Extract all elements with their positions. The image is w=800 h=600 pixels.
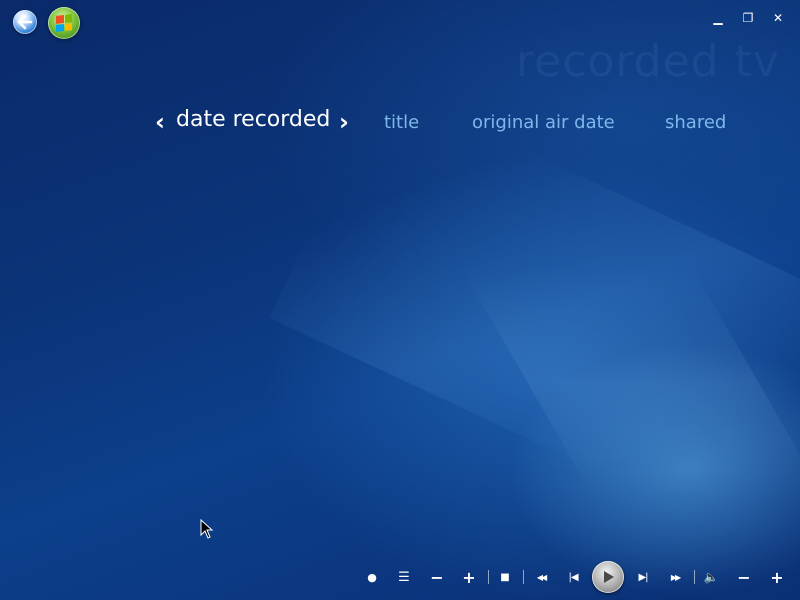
channel-up-icon: + (462, 567, 476, 587)
start-button[interactable] (48, 7, 80, 39)
play-icon (604, 571, 614, 583)
restore-button[interactable]: ❐ (740, 10, 756, 26)
stop-icon: ■ (500, 571, 510, 583)
volume-down-button[interactable]: − (736, 560, 752, 594)
record-button[interactable]: ● (364, 560, 380, 594)
mute-button[interactable]: 🔈 (702, 560, 720, 594)
minimize-icon: ▁ (713, 11, 723, 25)
background-light-streaks (0, 0, 800, 600)
transport-bar: ● ☰ − + ■ ◀◀ |◀ ▶| ▶▶ 🔈 − + (360, 560, 800, 594)
volume-up-button[interactable]: + (769, 560, 785, 594)
close-button[interactable]: ✕ (770, 10, 786, 26)
rewind-icon: ◀◀ (536, 572, 547, 582)
pivot-prev-chevron-icon[interactable]: ‹ (155, 108, 165, 136)
skip-forward-icon: ▶| (638, 571, 648, 583)
pivot-item-title[interactable]: title (384, 112, 419, 133)
mouse-pointer-icon (200, 519, 214, 539)
section-watermark: recorded tv (516, 36, 780, 87)
stop-button[interactable]: ■ (497, 560, 513, 594)
fast-forward-icon: ▶▶ (670, 572, 681, 582)
skip-back-icon: |◀ (568, 571, 578, 583)
guide-list-icon: ☰ (398, 569, 410, 585)
window-controls: ▁ ❐ ✕ (710, 10, 786, 26)
mute-icon: 🔈 (703, 570, 719, 584)
pivot-next-chevron-icon[interactable]: › (339, 108, 349, 136)
close-icon: ✕ (772, 11, 784, 25)
volume-up-icon: + (770, 567, 784, 587)
rewind-button[interactable]: ◀◀ (530, 560, 552, 594)
pivot-nav: ‹ date recorded › title original air dat… (0, 107, 800, 142)
windows-start-icon (56, 14, 72, 32)
channel-down-icon: − (430, 567, 444, 587)
skip-back-button[interactable]: |◀ (564, 560, 582, 594)
skip-forward-button[interactable]: ▶| (634, 560, 652, 594)
divider (488, 570, 489, 584)
play-button[interactable] (592, 561, 624, 593)
back-arrow-icon (17, 14, 33, 30)
guide-button[interactable]: ☰ (396, 560, 412, 594)
minimize-button[interactable]: ▁ (710, 10, 726, 26)
volume-down-icon: − (737, 567, 751, 587)
restore-icon: ❐ (742, 11, 754, 25)
pivot-current-date-recorded[interactable]: date recorded (176, 107, 330, 132)
pivot-item-original-air-date[interactable]: original air date (472, 112, 615, 133)
channel-up-button[interactable]: + (461, 560, 477, 594)
divider (694, 570, 695, 584)
record-icon: ● (367, 570, 377, 584)
back-button[interactable] (13, 10, 37, 34)
pivot-item-shared[interactable]: shared (665, 112, 726, 133)
channel-down-button[interactable]: − (429, 560, 445, 594)
divider (523, 570, 524, 584)
fast-forward-button[interactable]: ▶▶ (664, 560, 686, 594)
